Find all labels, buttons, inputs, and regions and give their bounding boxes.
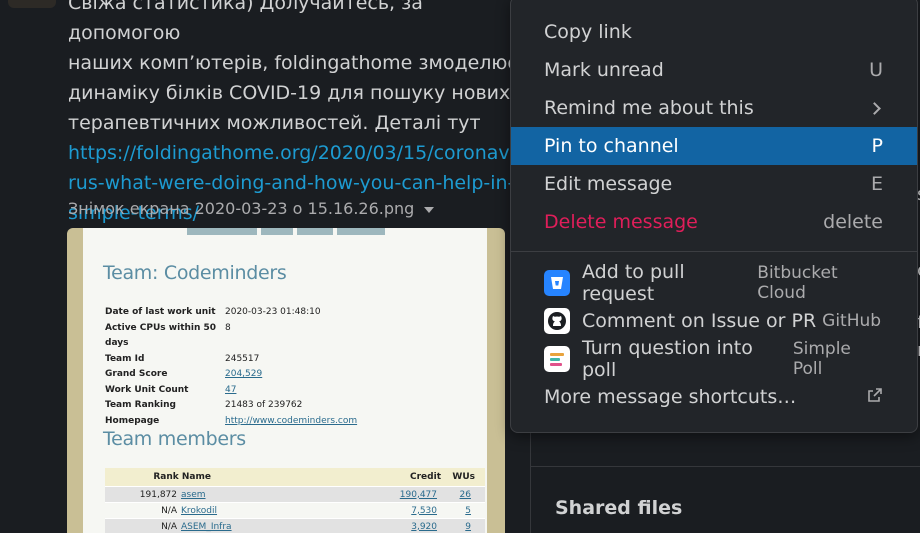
info-value: 47 xyxy=(225,384,237,395)
menu-item-shortcut: delete xyxy=(823,211,883,233)
menu-divider xyxy=(511,251,917,252)
cell-rank: 191,872 xyxy=(139,489,177,500)
attachment-file-name[interactable]: Знімок екрана 2020-03-23 о 15.16.26.png xyxy=(68,199,435,218)
message-pane: Свіжа статистика) Долучайтесь, за допомо… xyxy=(0,0,530,533)
app-name: Bitbucket Cloud xyxy=(757,263,838,303)
menu-item-remind-me[interactable]: Remind me about this xyxy=(511,89,917,127)
table-header: Rank Name Credit WUs xyxy=(105,468,485,486)
app-name: GitHub xyxy=(822,311,882,331)
menu-item-mark-unread[interactable]: Mark unread U xyxy=(511,51,917,89)
cell-wus: 26 xyxy=(459,489,471,500)
divider xyxy=(531,466,920,467)
menu-item-turn-into-poll[interactable]: Turn question into poll Simple Poll xyxy=(511,337,917,381)
file-name-label[interactable]: Знімок екрана 2020-03-23 о 15.16.26.png xyxy=(68,199,414,218)
members-title: Team members xyxy=(103,428,246,450)
menu-item-label: Pin to channel xyxy=(544,135,679,157)
message-line: терапевтичних можливостей. Деталі тут xyxy=(68,112,481,134)
info-key: Team Id xyxy=(105,353,145,364)
menu-item-comment-on-issue[interactable]: Comment on Issue or PR GitHub xyxy=(511,302,917,340)
cell-wus: 9 xyxy=(465,521,471,532)
cell-credit: 190,477 xyxy=(399,489,437,500)
attachment-tabs xyxy=(187,228,385,235)
members-table: Rank Name Credit WUs 191,872 asem 190,47… xyxy=(105,468,485,533)
info-key: Active CPUs within 50 days xyxy=(105,322,217,349)
link-line[interactable]: rus-what-were-doing-and-how-you-can-help… xyxy=(68,168,518,198)
info-value: 245517 xyxy=(225,353,260,364)
menu-item-label: Edit message xyxy=(544,173,673,195)
menu-item-label: Mark unread xyxy=(544,59,664,81)
info-key: Work Unit Count xyxy=(105,384,189,395)
message-line: Свіжа статистика) Долучайтесь, за допомо… xyxy=(68,0,423,44)
menu-item-pin-to-channel[interactable]: Pin to channel P xyxy=(511,127,917,165)
col-rank-name: Rank Name xyxy=(153,472,211,482)
menu-item-edit-message[interactable]: Edit message E xyxy=(511,165,917,203)
table-row: 191,872 asem 190,477 26 xyxy=(105,486,485,502)
cell-name: Krokodil xyxy=(181,505,218,516)
menu-item-add-to-pull-request[interactable]: Add to pull request Bitbucket Cloud xyxy=(511,261,917,305)
attachment-image[interactable]: Team: Codeminders Date of last work unit… xyxy=(67,228,505,533)
message-actions-menu: Copy link Mark unread U Remind me about … xyxy=(510,0,918,433)
link-line[interactable]: https://foldingathome.org/2020/03/15/cor… xyxy=(68,138,518,168)
info-value: 8 xyxy=(225,322,231,333)
col-wus: WUs xyxy=(452,472,475,482)
github-icon xyxy=(544,308,570,334)
menu-item-delete-message[interactable]: Delete message delete xyxy=(511,203,917,241)
bitbucket-icon xyxy=(544,270,570,296)
shared-files-heading[interactable]: Shared files xyxy=(555,497,682,519)
cell-credit: 3,920 xyxy=(411,521,437,532)
col-credit: Credit xyxy=(410,472,441,482)
menu-item-label: More message shortcuts… xyxy=(544,386,797,408)
menu-item-shortcut: U xyxy=(869,59,883,81)
info-key: Team Ranking xyxy=(105,400,176,410)
menu-item-shortcut: E xyxy=(870,173,883,195)
cell-wus: 5 xyxy=(465,505,471,516)
cell-name: ASEM_Infra xyxy=(181,521,232,532)
info-key: Date of last work unit xyxy=(105,307,216,317)
cell-credit: 7,530 xyxy=(411,505,437,516)
menu-item-label: Copy link xyxy=(544,21,632,43)
table-row: N/A Krokodil 7,530 5 xyxy=(105,502,485,518)
team-info: Date of last work unit 2020-03-23 01:48:1… xyxy=(105,305,357,429)
app-name: Simple Poll xyxy=(792,339,851,379)
message-line: наших комп’ютерів, foldingathome змоделю… xyxy=(68,52,518,74)
menu-item-label: Comment on Issue or PR xyxy=(582,310,817,332)
team-title: Team: Codeminders xyxy=(103,262,287,284)
menu-item-label: Delete message xyxy=(544,211,698,233)
info-key: Grand Score xyxy=(105,369,168,379)
info-value: 2020-03-23 01:48:10 xyxy=(225,307,321,317)
menu-item-label: Add to pull request xyxy=(582,261,685,305)
cell-rank: N/A xyxy=(161,521,177,532)
menu-item-copy-link[interactable]: Copy link xyxy=(511,13,917,51)
menu-item-shortcut: P xyxy=(871,135,883,157)
cell-rank: N/A xyxy=(161,505,177,516)
menu-item-label: Remind me about this xyxy=(544,97,754,119)
avatar[interactable] xyxy=(8,0,56,8)
cell-name: asem xyxy=(181,489,206,500)
message-body: Свіжа статистика) Долучайтесь, за допомо… xyxy=(68,0,518,228)
info-value: 21483 of 239762 xyxy=(225,400,303,410)
menu-item-label: Turn question into poll xyxy=(582,337,753,381)
info-value: http://www.codeminders.com xyxy=(225,415,358,426)
info-value: 204,529 xyxy=(225,369,263,379)
external-link-icon xyxy=(867,386,883,408)
chevron-down-icon[interactable] xyxy=(424,206,435,213)
table-row: N/A ASEM_Infra 3,920 9 xyxy=(105,518,485,533)
attachment-page: Team: Codeminders Date of last work unit… xyxy=(83,228,487,533)
menu-item-more-shortcuts[interactable]: More message shortcuts… xyxy=(511,378,917,416)
simple-poll-icon xyxy=(544,346,570,372)
info-key: Homepage xyxy=(105,415,160,426)
chevron-right-icon xyxy=(868,101,881,115)
message-line: динаміку білків COVID-19 для пошуку нови… xyxy=(68,82,511,104)
